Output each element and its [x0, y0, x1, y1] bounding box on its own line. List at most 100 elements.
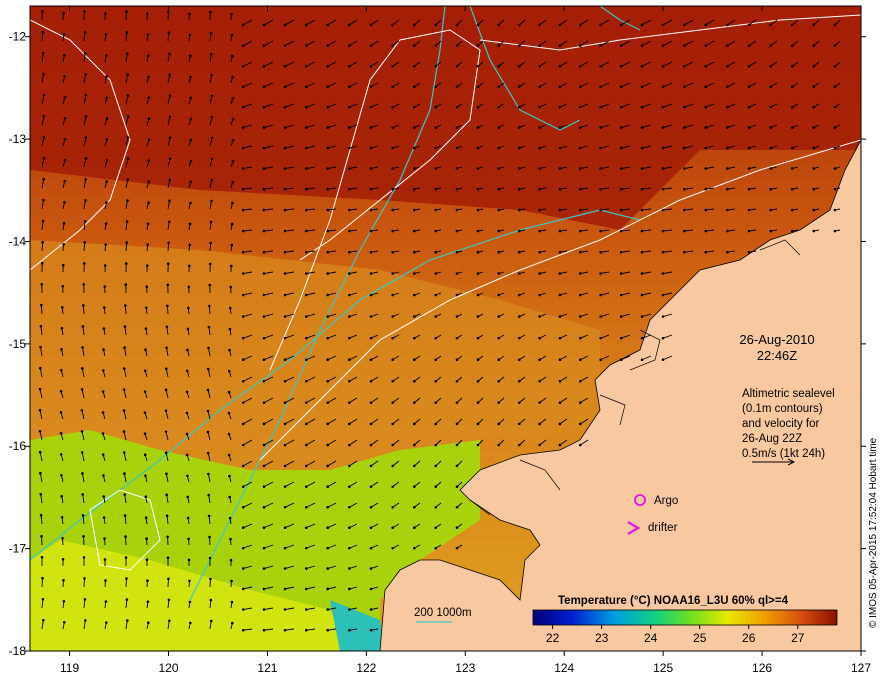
velocity-arrowhead: [538, 208, 541, 212]
velocity-arrowhead: [188, 579, 191, 583]
velocity-arrowhead: [126, 199, 129, 202]
velocity-arrowhead: [241, 464, 245, 468]
velocity-arrowhead: [476, 250, 480, 254]
velocity-arrowhead: [661, 64, 665, 68]
velocity-arrowhead: [476, 401, 480, 404]
velocity-arrowhead: [455, 505, 459, 509]
velocity-arrowhead: [262, 401, 266, 404]
colorbar-tick-label: 23: [595, 631, 609, 645]
velocity-arrowhead: [241, 250, 245, 254]
velocity-arrowhead: [348, 546, 351, 550]
velocity-arrowhead: [147, 96, 151, 99]
velocity-arrowhead: [497, 272, 501, 275]
velocity-arrowhead: [558, 146, 562, 150]
velocity-arrowhead: [262, 272, 266, 275]
velocity-arrowhead: [124, 283, 128, 286]
velocity-arrowhead: [538, 126, 541, 129]
velocity-arrowhead: [147, 75, 150, 78]
velocity-arrowhead: [391, 379, 395, 383]
velocity-arrowhead: [476, 358, 480, 362]
velocity-arrowhead: [369, 23, 373, 27]
velocity-arrowhead: [241, 379, 245, 383]
velocity-arrowhead: [304, 443, 308, 447]
velocity-arrowhead: [558, 443, 562, 447]
velocity-arrowhead: [538, 85, 541, 89]
velocity-arrowhead: [168, 157, 172, 161]
velocity-arrowhead: [578, 443, 582, 447]
velocity-arrowhead: [434, 85, 438, 89]
velocity-arrowhead: [63, 159, 67, 162]
velocity-arrowhead: [476, 105, 480, 109]
velocity-arrowhead: [369, 336, 373, 340]
velocity-arrowhead: [791, 105, 794, 109]
velocity-arrowhead: [83, 598, 87, 601]
velocity-arrowhead: [283, 105, 287, 109]
velocity-arrowhead: [241, 336, 245, 340]
velocity-arrowhead: [497, 358, 501, 362]
velocity-info-line: Altimetric sealevel: [742, 388, 835, 400]
velocity-arrowhead: [619, 272, 623, 275]
velocity-arrowhead: [434, 23, 438, 27]
velocity-arrowhead: [228, 516, 232, 520]
velocity-arrowhead: [165, 346, 168, 350]
x-tick-label: 119: [60, 661, 79, 675]
velocity-arrowhead: [206, 451, 210, 455]
velocity-arrowhead: [747, 23, 751, 27]
velocity-arrowhead: [578, 105, 582, 109]
velocity-arrowhead: [476, 64, 480, 68]
velocity-arrowhead: [326, 505, 330, 509]
x-tick-label: 121: [257, 661, 277, 675]
velocity-arrowhead: [517, 85, 521, 89]
velocity-arrowhead: [769, 146, 773, 150]
velocity-arrowhead: [188, 54, 192, 58]
velocity-arrowhead: [164, 409, 168, 413]
velocity-arrowhead: [726, 85, 729, 89]
velocity-arrowhead: [517, 167, 521, 170]
velocity-arrowhead: [455, 422, 459, 426]
velocity-arrowhead: [517, 422, 521, 426]
velocity-arrowhead: [185, 453, 189, 457]
velocity-arrowhead: [833, 64, 837, 68]
velocity-arrowhead: [185, 432, 189, 436]
velocity-arrowhead: [230, 222, 234, 226]
velocity-arrowhead: [455, 464, 459, 468]
velocity-arrowhead: [476, 293, 480, 297]
velocity-arrowhead: [326, 358, 330, 362]
velocity-arrowhead: [326, 464, 330, 468]
velocity-arrowhead: [227, 369, 231, 373]
map-plot[interactable]: [30, 6, 861, 651]
velocity-arrowhead: [434, 422, 438, 426]
velocity-arrowhead: [538, 23, 541, 27]
velocity-arrowhead: [812, 23, 816, 27]
velocity-arrowhead: [558, 401, 562, 404]
velocity-arrowhead: [704, 85, 708, 89]
velocity-arrowhead: [497, 443, 501, 447]
velocity-arrowhead: [391, 146, 395, 150]
velocity-arrowhead: [517, 358, 521, 362]
velocity-arrowhead: [833, 208, 837, 212]
velocity-arrowhead: [747, 208, 751, 212]
velocity-arrowhead: [434, 464, 438, 468]
velocity-arrowhead: [230, 600, 234, 604]
velocity-arrowhead: [791, 167, 794, 170]
velocity-arrowhead: [391, 85, 395, 89]
velocity-arrowhead: [538, 336, 541, 340]
velocity-arrowhead: [747, 85, 751, 89]
velocity-arrowhead: [262, 44, 266, 47]
velocity-arrowhead: [145, 537, 148, 540]
velocity-arrowhead: [147, 180, 151, 183]
velocity-arrowhead: [413, 187, 416, 191]
velocity-arrowhead: [413, 146, 416, 150]
velocity-arrowhead: [168, 94, 172, 98]
velocity-arrowhead: [704, 146, 708, 150]
velocity-arrowhead: [210, 73, 213, 77]
velocity-arrowhead: [304, 146, 308, 150]
velocity-arrowhead: [833, 146, 837, 150]
velocity-arrowhead: [348, 379, 351, 383]
velocity-arrowhead: [558, 85, 562, 89]
velocity-arrowhead: [348, 443, 351, 447]
velocity-arrowhead: [682, 250, 686, 254]
velocity-arrowhead: [63, 201, 66, 204]
velocity-arrowhead: [122, 409, 126, 412]
velocity-arrowhead: [105, 117, 109, 120]
